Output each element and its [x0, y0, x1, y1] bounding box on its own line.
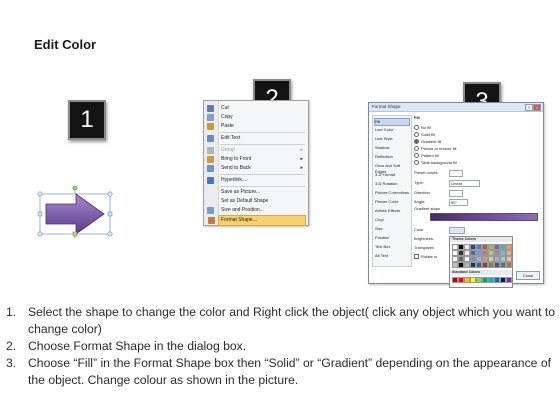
group-icon	[207, 147, 214, 154]
category-reflection[interactable]: Reflection	[375, 154, 409, 160]
resize-handle	[37, 191, 43, 197]
rotate-handle	[72, 186, 78, 191]
chevron-right-icon: ▸	[300, 156, 303, 162]
selected-arrow-shape[interactable]	[34, 186, 116, 238]
category-artistic-effects[interactable]: Artistic Effects	[375, 208, 409, 214]
arrow-icon	[45, 193, 105, 235]
option-slide-background-fill[interactable]: Slide background fill	[414, 160, 457, 166]
angle-input[interactable]: 90°	[449, 199, 468, 206]
transparency-label: Transparen	[414, 245, 435, 250]
option-no-fill[interactable]: No fill	[414, 125, 431, 131]
hyperlink-icon	[207, 177, 214, 184]
radio-icon	[414, 132, 419, 138]
page-title: Edit Color	[34, 37, 97, 52]
dialog-titlebar: Format Shape ? ×	[369, 103, 543, 112]
gradient-stops-bar[interactable]	[430, 213, 538, 221]
scissors-icon	[207, 105, 214, 112]
menu-item-save-as-picture[interactable]: Save as Picture...	[219, 188, 306, 197]
menu-item-group[interactable]: Group ▸	[207, 146, 306, 155]
color-label: Color	[414, 227, 424, 232]
preset-colors-label: Preset colors:	[414, 170, 439, 175]
resize-handle	[37, 211, 43, 217]
category-alt-text[interactable]: Alt Text	[375, 253, 409, 259]
menu-item-paste[interactable]: Paste	[207, 122, 306, 131]
send-back-icon	[207, 165, 214, 172]
angle-label: Angle:	[414, 199, 426, 204]
category-3d-format[interactable]: 3-D Format	[375, 172, 409, 178]
category-position[interactable]: Position	[375, 235, 409, 241]
menu-item-set-default-shape[interactable]: Set as Default Shape	[219, 197, 306, 206]
standard-color-swatch[interactable]	[506, 277, 512, 283]
theme-colors-label: Theme Colors	[450, 237, 512, 242]
instruction-step-1: 1. Select the shape to change the color a…	[6, 305, 556, 336]
dialog-title: Format Shape	[372, 104, 401, 109]
menu-item-size-and-position[interactable]: Size and Position...	[207, 206, 306, 215]
instructions-list: 1. Select the shape to change the color a…	[6, 304, 556, 389]
edit-text-icon	[207, 135, 214, 142]
menu-item-send-to-back[interactable]: Send to Back ▸	[207, 164, 306, 173]
option-pattern-fill[interactable]: Pattern fill	[414, 153, 439, 159]
checkbox-icon	[414, 254, 419, 260]
preset-colors-dropdown[interactable]	[449, 170, 463, 177]
radio-icon	[414, 153, 419, 159]
option-gradient-fill[interactable]: Gradient fill	[414, 139, 441, 145]
category-fill[interactable]: Fill	[374, 118, 410, 126]
category-shadow[interactable]: Shadow	[375, 145, 409, 151]
resize-handle	[37, 231, 43, 237]
radio-icon	[414, 125, 419, 131]
chevron-right-icon: ▸	[300, 147, 303, 153]
direction-dropdown[interactable]	[449, 190, 463, 197]
option-picture-fill[interactable]: Picture or texture fill	[414, 146, 456, 152]
type-label: Type:	[414, 180, 424, 185]
bring-front-icon	[207, 156, 214, 163]
category-glow[interactable]: Glow and Soft Edges	[375, 163, 409, 174]
resize-handle	[107, 231, 113, 237]
chevron-right-icon: ▸	[300, 165, 303, 171]
resize-handle	[107, 191, 113, 197]
format-shape-icon	[208, 217, 215, 224]
context-menu: Cut Copy Paste Edit Text Group ▸ Bring to…	[203, 100, 309, 226]
close-icon[interactable]: ×	[533, 104, 541, 111]
resize-handle	[107, 211, 113, 217]
rotate-with-shape-checkbox[interactable]: Rotate w	[414, 254, 437, 260]
instruction-step-3: 3. Choose “Fill” in the Format Shape box …	[6, 356, 552, 387]
category-3d-rotation[interactable]: 3-D Rotation	[375, 181, 409, 187]
gradient-stops-label: Gradient stops	[414, 206, 441, 211]
instruction-step-2: 2. Choose Format Shape in the dialog box.	[6, 339, 247, 353]
section-heading: Fill	[414, 115, 420, 120]
category-crop[interactable]: Crop	[375, 217, 409, 223]
menu-item-copy[interactable]: Copy	[207, 113, 306, 122]
menu-item-bring-to-front[interactable]: Bring to Front ▸	[207, 155, 306, 164]
category-size[interactable]: Size	[375, 226, 409, 232]
step-badge-1: 1	[68, 100, 106, 140]
direction-label: Direction:	[414, 190, 431, 195]
type-select[interactable]: Linear	[449, 180, 480, 187]
color-picker-popup: Theme Colors Standard Colors	[449, 236, 513, 288]
category-picture-corrections[interactable]: Picture Corrections	[375, 190, 409, 196]
menu-item-hyperlink[interactable]: Hyperlink...	[207, 176, 306, 185]
size-icon	[207, 207, 214, 214]
menu-item-edit-text[interactable]: Edit Text	[207, 134, 306, 143]
help-icon[interactable]: ?	[525, 104, 533, 111]
radio-selected-icon	[414, 139, 419, 145]
paste-icon	[207, 123, 214, 130]
radio-icon	[414, 146, 419, 152]
menu-item-format-shape[interactable]: Format Shape...	[208, 215, 306, 226]
menu-item-cut[interactable]: Cut	[207, 104, 306, 113]
color-dropdown-button[interactable]	[449, 227, 465, 234]
category-picture-color[interactable]: Picture Color	[375, 199, 409, 205]
theme-color-swatch[interactable]	[506, 262, 512, 268]
option-solid-fill[interactable]: Solid fill	[414, 132, 435, 138]
radio-icon	[414, 160, 419, 166]
category-text-box[interactable]: Text Box	[375, 244, 409, 250]
category-list: Fill Line Color Line Style Shadow Reflec…	[372, 115, 412, 267]
category-line-color[interactable]: Line Color	[375, 127, 409, 133]
standard-colors-label: Standard Colors	[450, 270, 512, 275]
brightness-label: Brightness:	[414, 236, 435, 241]
close-button[interactable]: Close	[516, 271, 540, 280]
category-line-style[interactable]: Line Style	[375, 136, 409, 142]
copy-icon	[207, 114, 214, 121]
